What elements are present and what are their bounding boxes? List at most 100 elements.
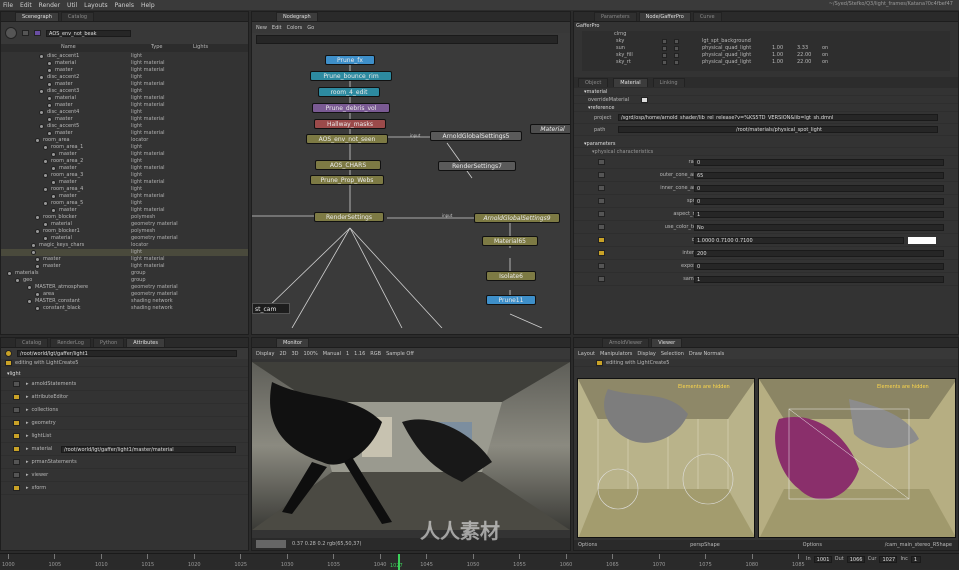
menu-render[interactable]: Render — [39, 2, 60, 9]
scenegraph-row[interactable]: disc_accent1 light — [1, 53, 248, 60]
left-options-button[interactable]: Options — [578, 542, 597, 548]
tab-viewer[interactable]: Viewer — [651, 338, 683, 347]
node-prune-debris-vol[interactable]: Prune_debris_vol — [312, 103, 390, 113]
column-type[interactable]: Type — [151, 44, 162, 50]
scenegraph-row[interactable]: disc_accent4 light — [1, 109, 248, 116]
viewer-menu-item[interactable]: Display — [637, 351, 655, 357]
monitor-tool-6[interactable]: 1.16 — [354, 351, 365, 357]
node-hallway-masks[interactable]: Hallway_masks — [314, 119, 386, 129]
tab-renderlog[interactable]: RenderLog — [50, 338, 91, 347]
cur-field[interactable]: 1027 — [879, 556, 898, 563]
param-state-icon[interactable] — [598, 250, 605, 256]
param-value[interactable]: 0 — [694, 262, 944, 270]
attribute-group[interactable]: ▸ attributeEditor — [1, 391, 248, 404]
param-value[interactable]: 0 — [694, 184, 944, 192]
tab-catalog[interactable]: Catalog — [60, 12, 95, 21]
scenegraph-row[interactable]: master light material — [1, 193, 248, 200]
section-material[interactable]: ▾ material — [574, 88, 958, 96]
node-material65[interactable]: Material65 — [482, 236, 538, 246]
left-camera-label[interactable]: perspShape — [690, 542, 720, 548]
section-reference[interactable]: ▾ reference — [574, 104, 958, 112]
scenegraph-row[interactable]: room_area locator — [1, 137, 248, 144]
nodegraph-search-input[interactable] — [256, 35, 558, 44]
scenegraph-row[interactable]: master light material — [1, 263, 248, 270]
expand-arrow-icon[interactable]: ▸ — [26, 420, 29, 426]
scenegraph-row[interactable]: master light material — [1, 165, 248, 172]
param-state-icon[interactable] — [598, 237, 605, 243]
scenegraph-row[interactable]: material geometry material — [1, 221, 248, 228]
scenegraph-row[interactable]: master light material — [1, 102, 248, 109]
scenegraph-row[interactable]: master light material — [1, 256, 248, 263]
scenegraph-row[interactable]: geo group — [1, 277, 248, 284]
light-intensity[interactable]: 1.00 — [772, 45, 783, 52]
expand-arrow-icon[interactable]: ▸ — [26, 394, 29, 400]
viewport-right[interactable]: Elements are hidden — [758, 378, 956, 538]
monitor-tool-0[interactable]: Display — [256, 351, 274, 357]
menu-edit[interactable]: Edit — [20, 2, 32, 9]
node-render-settings[interactable]: RenderSettings — [314, 212, 384, 222]
menu-layouts[interactable]: Layouts — [84, 2, 108, 9]
param-value[interactable]: 1 — [694, 210, 944, 218]
project-field[interactable]: /sgrd/osp/home/arnold_shader/lib_rel_rel… — [618, 114, 938, 121]
attribute-group[interactable]: ▸ lightList — [1, 430, 248, 443]
right-camera-label[interactable]: /cam_main_stereo_R5hape — [885, 542, 952, 548]
light-enable-checkbox[interactable] — [662, 46, 667, 51]
node-aos-env-not-seen[interactable]: AOS_env_not_seen — [306, 134, 388, 144]
scenegraph-row[interactable]: room_area_4 light — [1, 186, 248, 193]
attribute-group[interactable]: ▸ prmanStatements — [1, 456, 248, 469]
out-field[interactable]: 1066 — [846, 556, 865, 563]
gafferpro-root[interactable]: clrng — [582, 31, 950, 38]
scenegraph-row[interactable]: master light material — [1, 130, 248, 137]
viewer-menu-item[interactable]: Manipulators — [600, 351, 632, 357]
light-enable-checkbox[interactable] — [662, 53, 667, 58]
attributes-path-field[interactable]: /root/world/lgt/gaffer/light1 — [17, 350, 237, 357]
menu-util[interactable]: Util — [67, 2, 77, 9]
tab-monitor[interactable]: Monitor — [276, 338, 310, 347]
expand-arrow-icon[interactable]: ▸ — [26, 433, 29, 439]
param-value[interactable]: 1 — [694, 275, 944, 283]
scenegraph-row[interactable]: room_blocker polymesh — [1, 214, 248, 221]
tab-parameters[interactable]: Parameters — [594, 12, 637, 21]
node-aos-chars[interactable]: AOS_CHARS — [315, 160, 381, 170]
node-prune-bounce-rim[interactable]: Prune_bounce_rim — [310, 71, 392, 81]
scenegraph-row[interactable]: magic_keys_chars locator — [1, 242, 248, 249]
light-row[interactable]: sky lgt_spt_background — [582, 38, 950, 45]
scenegraph-row[interactable]: master light material — [1, 179, 248, 186]
light-row[interactable]: sun physical_quad_light 1.00 3.33 on — [582, 45, 950, 52]
attributes-section-light[interactable]: ▾ light — [1, 370, 248, 378]
scenegraph-row[interactable]: disc_accent3 light — [1, 88, 248, 95]
menu-help[interactable]: Help — [141, 2, 155, 9]
expand-arrow-icon[interactable]: ▸ — [26, 485, 29, 491]
timeline[interactable]: 1000 1005 1010 1015 1020 1025 1030 1035 1040 1045… — [0, 553, 959, 570]
param-state-icon[interactable] — [598, 276, 605, 282]
tab-arnold-viewer[interactable]: ArnoldViewer — [602, 338, 650, 347]
scenegraph-row[interactable]: room_area_1 light — [1, 144, 248, 151]
node-prune11[interactable]: Prune11 — [486, 295, 536, 305]
param-state-icon[interactable] — [598, 198, 605, 204]
light-enable-checkbox[interactable] — [662, 39, 667, 44]
param-value[interactable]: 1.0000 0.7100 0.7100 — [694, 236, 904, 244]
scenegraph-row[interactable]: room_area_3 light — [1, 172, 248, 179]
menu-new[interactable]: New — [256, 25, 267, 31]
scenegraph-row[interactable]: master light material — [1, 207, 248, 214]
viewer-menu-item[interactable]: Layout — [578, 351, 595, 357]
viewer-menu-item[interactable]: Selection — [661, 351, 684, 357]
monitor-tool-3[interactable]: 100% — [304, 351, 318, 357]
node-arnold-global-settings5[interactable]: ArnoldGlobalSettings5 — [430, 131, 522, 141]
light-row[interactable]: sky_fill physical_quad_light 1.00 22.00 on — [582, 52, 950, 59]
expand-arrow-icon[interactable]: ▸ — [26, 446, 29, 452]
light-enable-checkbox[interactable] — [662, 60, 667, 65]
expand-arrow-icon[interactable]: ▸ — [26, 407, 29, 413]
tab-attributes[interactable]: Attributes — [126, 338, 165, 347]
section-physical[interactable]: ▾ physical characteristics — [574, 148, 958, 156]
attribute-group[interactable]: ▸ material/root/world/lgt/gaffer/light1/m… — [1, 443, 248, 456]
attribute-group[interactable]: ▸ arnoldStatements — [1, 378, 248, 391]
scenegraph-toggle[interactable] — [22, 30, 29, 36]
scenegraph-row[interactable]: MASTER_constant shading network — [1, 298, 248, 305]
menu-file[interactable]: File — [3, 2, 13, 9]
column-name[interactable]: Name — [61, 44, 76, 50]
menu-colors[interactable]: Colors — [287, 25, 303, 31]
node-arnold-global-settings9[interactable]: ArnoldGlobalSettings9 — [474, 213, 560, 223]
override-material-checkbox[interactable] — [641, 96, 649, 103]
scenegraph-row[interactable]: light — [1, 249, 248, 256]
